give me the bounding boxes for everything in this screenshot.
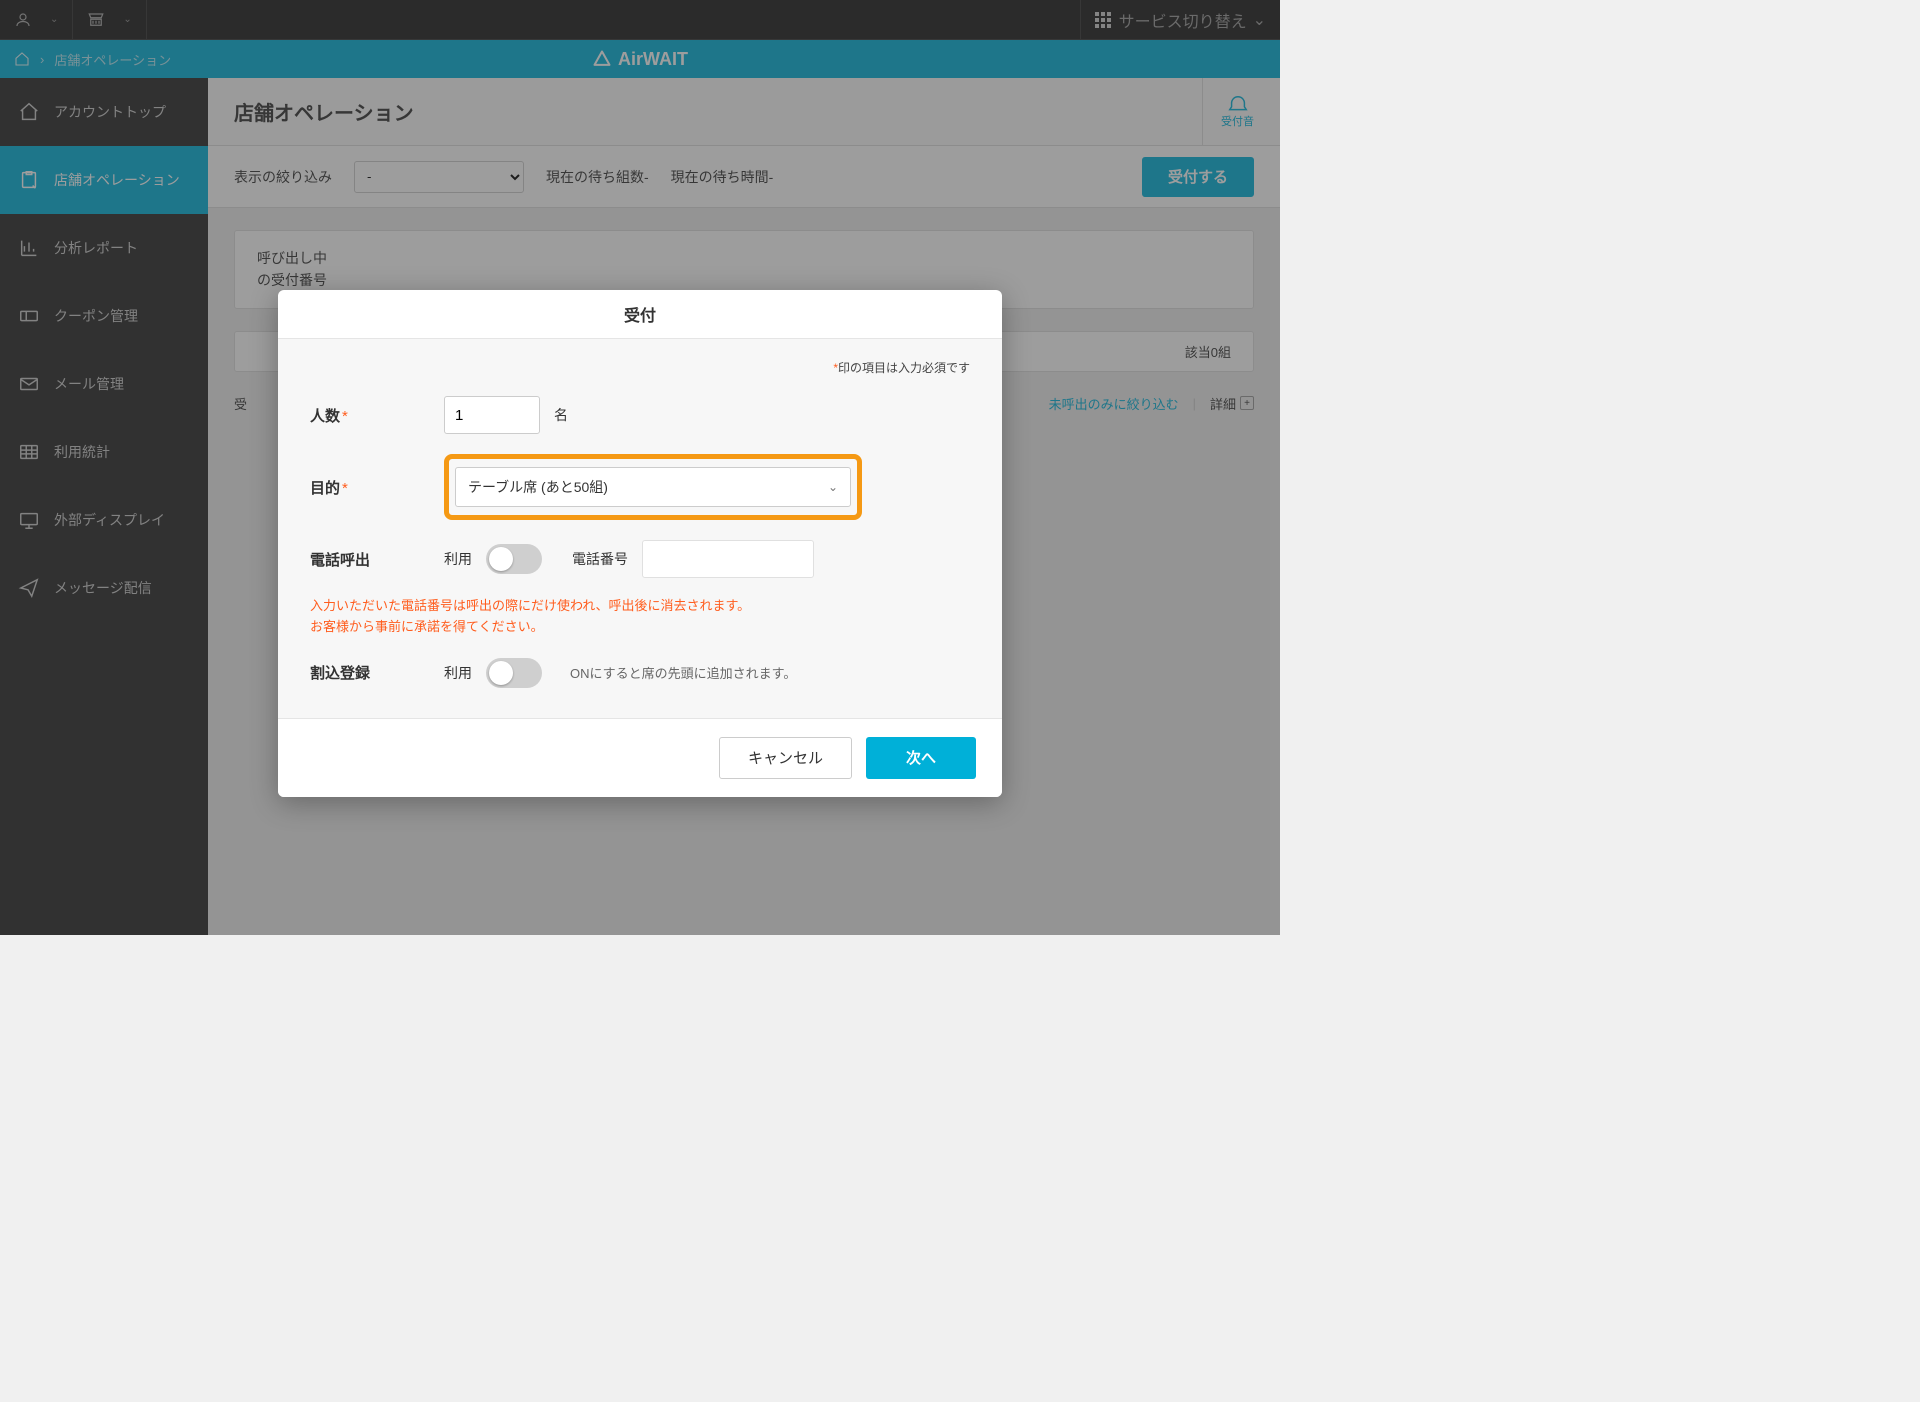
- modal-body: *印の項目は入力必須です 人数* 名 目的* テーブル席 (あと50組) ⌄ 電…: [278, 339, 1002, 718]
- label-people-text: 人数: [310, 408, 340, 425]
- row-purpose: 目的* テーブル席 (あと50組) ⌄: [310, 454, 970, 520]
- label-use: 利用: [444, 663, 472, 683]
- modal-title: 受付: [278, 290, 1002, 339]
- modal-overlay: 受付 *印の項目は入力必須です 人数* 名 目的* テーブル席 (あと50組) …: [0, 0, 1280, 935]
- reception-modal: 受付 *印の項目は入力必須です 人数* 名 目的* テーブル席 (あと50組) …: [278, 290, 1002, 797]
- required-note-text: 印の項目は入力必須です: [838, 361, 970, 375]
- label-phone-call: 電話呼出: [310, 549, 430, 570]
- modal-footer: キャンセル 次へ: [278, 718, 1002, 797]
- next-button[interactable]: 次へ: [866, 737, 976, 779]
- label-purpose: 目的*: [310, 477, 430, 498]
- label-purpose-text: 目的: [310, 480, 340, 497]
- purpose-select-value: テーブル席 (あと50組): [468, 477, 608, 497]
- asterisk-icon: *: [342, 408, 348, 425]
- phone-toggle[interactable]: [486, 544, 542, 574]
- cancel-button[interactable]: キャンセル: [719, 737, 852, 779]
- people-unit: 名: [554, 405, 568, 425]
- interrupt-toggle[interactable]: [486, 658, 542, 688]
- label-people: 人数*: [310, 405, 430, 426]
- row-people: 人数* 名: [310, 396, 970, 434]
- asterisk-icon: *: [342, 480, 348, 497]
- label-interrupt: 割込登録: [310, 662, 430, 683]
- label-use: 利用: [444, 549, 472, 569]
- row-phone: 電話呼出 利用 電話番号: [310, 540, 970, 578]
- people-input[interactable]: [444, 396, 540, 434]
- interrupt-help: ONにすると席の先頭に追加されます。: [570, 663, 796, 682]
- purpose-highlight: テーブル席 (あと50組) ⌄: [444, 454, 862, 520]
- label-phone-number: 電話番号: [572, 549, 628, 569]
- phone-note: 入力いただいた電話番号は呼出の際にだけ使われ、呼出後に消去されます。 お客様から…: [310, 596, 970, 638]
- required-note: *印の項目は入力必須です: [310, 359, 970, 376]
- purpose-select[interactable]: テーブル席 (あと50組) ⌄: [455, 467, 851, 507]
- phone-note-line2: お客様から事前に承諾を得てください。: [310, 617, 970, 638]
- phone-note-line1: 入力いただいた電話番号は呼出の際にだけ使われ、呼出後に消去されます。: [310, 596, 970, 617]
- phone-input[interactable]: [642, 540, 814, 578]
- row-interrupt: 割込登録 利用 ONにすると席の先頭に追加されます。: [310, 658, 970, 688]
- chevron-down-icon: ⌄: [828, 480, 838, 494]
